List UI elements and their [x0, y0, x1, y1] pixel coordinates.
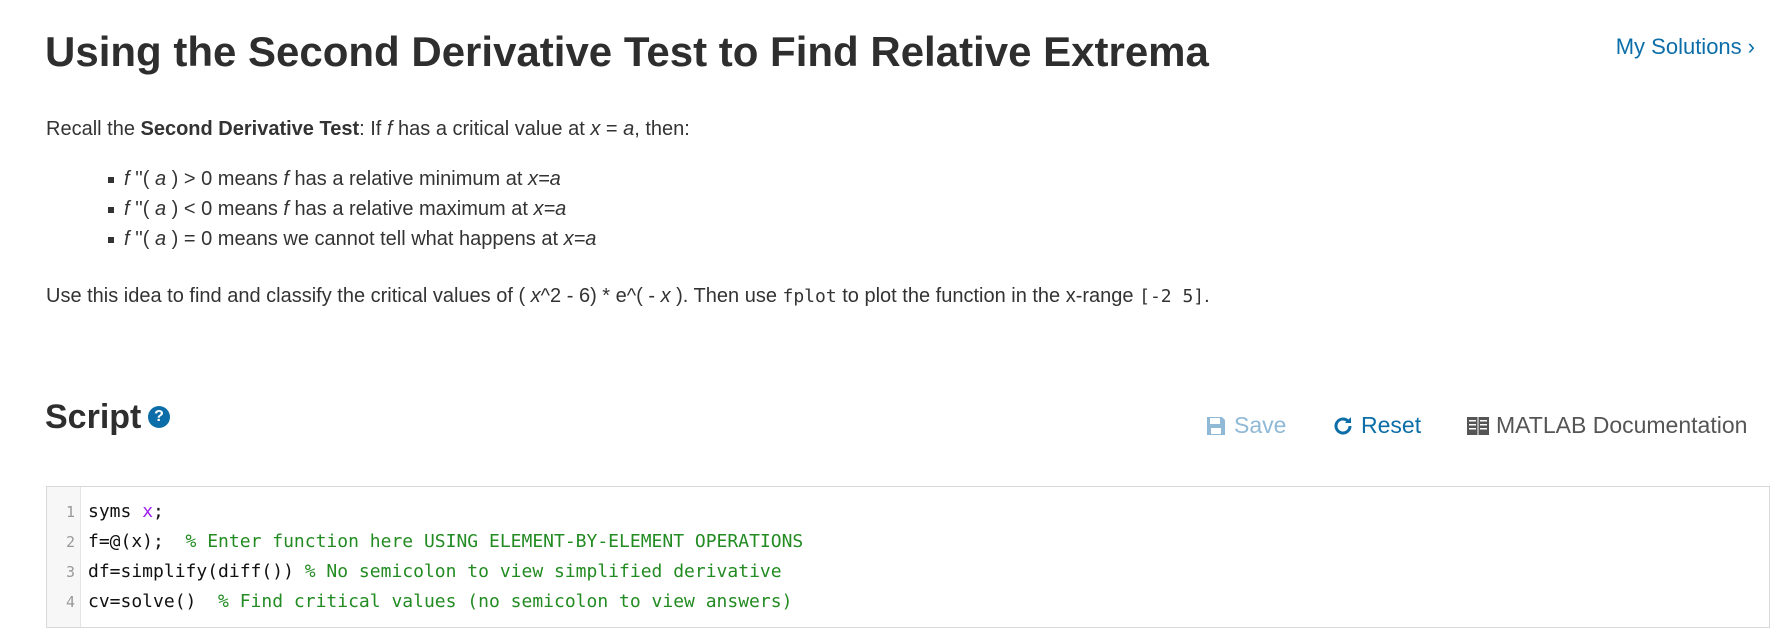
line-number: 4 [65, 593, 75, 611]
x-symbol: x [660, 285, 671, 307]
x-symbol: x [530, 285, 541, 307]
code-line[interactable]: 1 syms x; [47, 497, 164, 527]
documentation-icon [1467, 416, 1489, 435]
task-paragraph: Use this idea to find and classify the c… [46, 285, 1210, 308]
code-variable: x [142, 501, 154, 522]
range-code: [-2 5] [1139, 286, 1205, 307]
code-comment: % Enter function here USING ELEMENT-BY-E… [185, 531, 804, 552]
a-symbol: a [154, 228, 167, 250]
intro-a: a [623, 118, 635, 140]
code-editor[interactable]: 1 syms x; 2 f=@(x); % Enter function here … [46, 486, 1770, 628]
code-token: df=simplify(diff()) [88, 561, 305, 582]
bullet-text: ) < 0 means [166, 198, 284, 220]
task-text: . [1204, 285, 1210, 307]
page-title: Using the Second Derivative Test to Find… [45, 28, 1209, 75]
bullet-text: ) > 0 means [166, 168, 284, 190]
code-token: syms [88, 501, 143, 522]
bullet-text: ''( [129, 198, 155, 220]
reset-label: Reset [1361, 412, 1422, 438]
bullet-text: has a relative maximum at [288, 198, 534, 220]
task-text: ^2 - 6) * e^( - [540, 285, 661, 307]
reset-icon [1334, 416, 1352, 434]
list-item: f ''( a ) < 0 means f has a relative max… [108, 194, 596, 224]
intro-text: = [600, 118, 624, 140]
save-button[interactable]: Save [1204, 412, 1286, 439]
line-number: 1 [65, 503, 75, 521]
bullet-text: has a relative minimum at [288, 168, 528, 190]
bullet-text: ''( [129, 228, 155, 250]
line-number: 3 [65, 563, 75, 581]
code-token: f=@(x); [88, 531, 186, 552]
intro-text: , then: [634, 118, 690, 140]
bullet-marker [108, 207, 114, 213]
code-comment: % No semicolon to view simplified deriva… [304, 561, 782, 582]
intro-text: has a critical value at [392, 118, 591, 140]
intro-bold: Second Derivative Test [140, 118, 360, 140]
intro-paragraph: Recall the Second Derivative Test: If f … [46, 118, 690, 141]
task-text: ). Then use [670, 285, 783, 307]
help-icon[interactable]: ? [148, 406, 170, 428]
bullet-marker [108, 237, 114, 243]
intro-x: x [590, 118, 601, 140]
line-number: 2 [65, 533, 75, 551]
x-eq-a: x=a [527, 168, 561, 190]
code-token: ; [153, 501, 164, 522]
x-eq-a: x=a [563, 228, 597, 250]
code-line[interactable]: 2 f=@(x); % Enter function here USING ELE… [47, 527, 803, 557]
code-text: syms x; [88, 497, 164, 527]
code-text: cv=solve() % Find critical values (no se… [88, 587, 792, 617]
bullet-text: ) = 0 means we cannot tell what happens … [166, 228, 564, 250]
intro-text: Recall the [46, 118, 141, 140]
test-conditions-list: f ''( a ) > 0 means f has a relative min… [108, 164, 597, 254]
list-item: f ''( a ) = 0 means we cannot tell what … [108, 224, 597, 254]
code-comment: % Find critical values (no semicolon to … [218, 591, 793, 612]
task-text: Use this idea to find and classify the c… [46, 285, 531, 307]
my-solutions-link[interactable]: My Solutions › [1616, 34, 1755, 60]
code-line[interactable]: 4 cv=solve() % Find critical values (no s… [47, 587, 792, 617]
intro-text: : If [359, 118, 387, 140]
documentation-label: MATLAB Documentation [1496, 412, 1748, 438]
code-text: df=simplify(diff()) % No semicolon to vi… [88, 557, 782, 587]
a-symbol: a [154, 198, 167, 220]
code-text: f=@(x); % Enter function here USING ELEM… [88, 527, 803, 557]
script-heading: Script [45, 398, 142, 436]
code-line[interactable]: 3 df=simplify(diff()) % No semicolon to v… [47, 557, 782, 587]
matlab-documentation-link[interactable]: MATLAB Documentation [1466, 412, 1747, 439]
list-item: f ''( a ) > 0 means f has a relative min… [108, 164, 596, 194]
fplot-code: fplot [782, 286, 837, 307]
my-solutions-label: My Solutions [1615, 34, 1742, 59]
bullet-marker [108, 177, 114, 183]
chevron-right-icon: › [1747, 34, 1755, 59]
save-icon [1207, 416, 1225, 435]
x-eq-a: x=a [533, 198, 567, 220]
a-symbol: a [154, 168, 167, 190]
task-text: to plot the function in the x-range [836, 285, 1140, 307]
save-label: Save [1234, 412, 1287, 438]
reset-button[interactable]: Reset [1331, 412, 1421, 439]
bullet-text: ''( [129, 168, 155, 190]
code-token: cv=solve() [88, 591, 219, 612]
